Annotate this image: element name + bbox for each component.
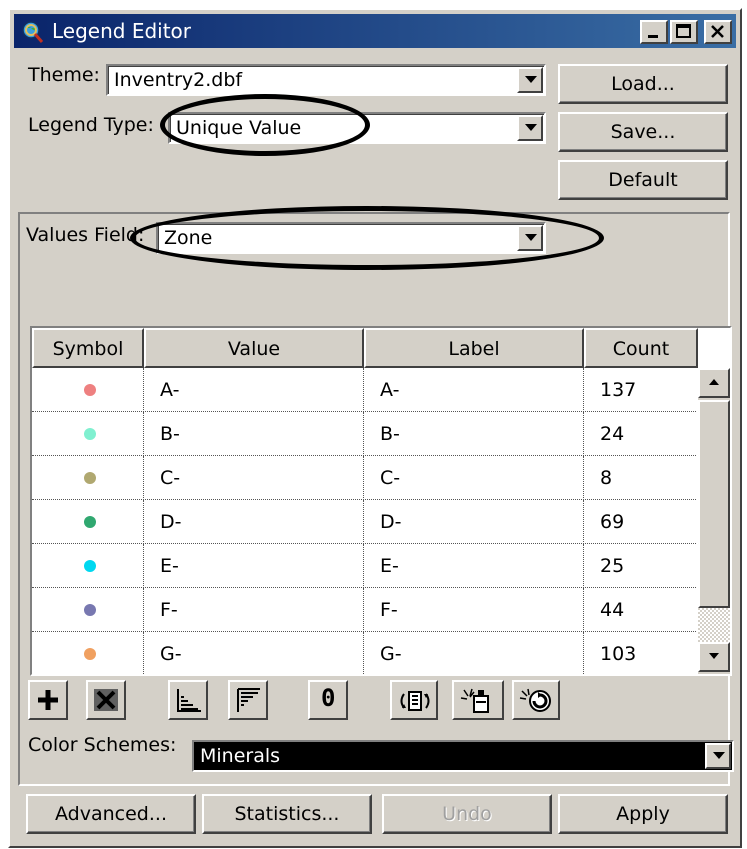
table-row[interactable]: E- E- 25 [32, 544, 696, 588]
value-cell[interactable]: A- [144, 368, 364, 412]
load-button[interactable]: Load... [558, 64, 728, 104]
column-header-symbol[interactable]: Symbol [32, 328, 144, 368]
globe-magnifier-icon [20, 20, 44, 44]
value-cell[interactable]: F- [144, 588, 364, 632]
label-cell[interactable]: G- [364, 632, 584, 674]
save-button[interactable]: Save... [558, 112, 728, 152]
label-cell[interactable]: A- [364, 368, 584, 412]
symbol-marker-icon [84, 428, 96, 440]
symbol-cell[interactable] [32, 588, 144, 632]
maximize-button[interactable] [670, 20, 698, 44]
theme-label: Theme: [28, 64, 100, 86]
label-cell[interactable]: D- [364, 500, 584, 544]
legend-type-combo[interactable]: Unique Value [168, 112, 546, 144]
count-cell[interactable]: 44 [584, 588, 696, 632]
scroll-down-button[interactable] [698, 642, 730, 672]
delete-button[interactable] [86, 680, 126, 720]
values-field-value: Zone [164, 227, 213, 249]
null-value-icon: 0 [321, 684, 336, 712]
color-schemes-dropdown-button[interactable] [705, 743, 731, 769]
sort-descending-button[interactable] [228, 680, 268, 720]
scroll-track[interactable] [698, 608, 730, 642]
symbol-cell[interactable] [32, 500, 144, 544]
legend-editor-window: Legend Editor Theme: Inventry2.dbf Load.… [8, 8, 742, 848]
value-cell[interactable]: E- [144, 544, 364, 588]
symbol-cell[interactable] [32, 456, 144, 500]
legend-table[interactable]: Symbol Value Label Count A- A- 137 B- B- 24 C-… [30, 326, 732, 676]
label-cell[interactable]: E- [364, 544, 584, 588]
value-cell[interactable]: D- [144, 500, 364, 544]
count-cell[interactable]: 8 [584, 456, 696, 500]
table-row[interactable]: B- B- 24 [32, 412, 696, 456]
add-button[interactable] [28, 680, 68, 720]
count-cell[interactable]: 69 [584, 500, 696, 544]
symbol-marker-icon [84, 472, 96, 484]
table-row[interactable]: C- C- 8 [32, 456, 696, 500]
column-header-value[interactable]: Value [144, 328, 364, 368]
symbol-cell[interactable] [32, 544, 144, 588]
color-schemes-label: Color Schemes: [28, 734, 177, 756]
theme-value: Inventry2.dbf [114, 69, 243, 91]
color-schemes-value: Minerals [200, 745, 281, 767]
table-vertical-scrollbar[interactable] [698, 368, 730, 674]
values-field-label: Values Field: [26, 224, 145, 246]
value-cell[interactable]: G- [144, 632, 364, 674]
value-cell[interactable]: C- [144, 456, 364, 500]
reset-button[interactable] [512, 680, 560, 720]
title-bar[interactable]: Legend Editor [14, 14, 736, 48]
theme-combo[interactable]: Inventry2.dbf [106, 64, 546, 96]
values-field-combo[interactable]: Zone [156, 222, 546, 254]
count-cell[interactable]: 137 [584, 368, 696, 412]
random-color-button[interactable] [452, 680, 504, 720]
flip-symbols-button[interactable] [390, 680, 438, 720]
theme-dropdown-button[interactable] [517, 67, 543, 93]
symbol-marker-icon [84, 384, 96, 396]
statistics-button[interactable]: Statistics... [202, 794, 372, 834]
null-value-button[interactable]: 0 [308, 680, 348, 720]
table-row[interactable]: D- D- 69 [32, 500, 696, 544]
legend-type-value: Unique Value [176, 117, 302, 139]
value-cell[interactable]: B- [144, 412, 364, 456]
column-header-count[interactable]: Count [584, 328, 698, 368]
scroll-thumb[interactable] [698, 400, 730, 608]
label-cell[interactable]: B- [364, 412, 584, 456]
table-row[interactable]: A- A- 137 [32, 368, 696, 412]
legend-type-label: Legend Type: [28, 114, 154, 136]
symbol-marker-icon [84, 648, 96, 660]
values-field-dropdown-button[interactable] [517, 225, 543, 251]
table-row[interactable]: G- G- 103 [32, 632, 696, 674]
count-cell[interactable]: 25 [584, 544, 696, 588]
color-schemes-combo[interactable]: Minerals [192, 740, 734, 772]
label-cell[interactable]: C- [364, 456, 584, 500]
apply-button[interactable]: Apply [558, 794, 728, 834]
symbol-marker-icon [84, 560, 96, 572]
close-button[interactable] [704, 20, 732, 44]
label-cell[interactable]: F- [364, 588, 584, 632]
legend-type-dropdown-button[interactable] [517, 115, 543, 141]
count-cell[interactable]: 103 [584, 632, 696, 674]
window-title: Legend Editor [52, 19, 192, 43]
symbol-marker-icon [84, 604, 96, 616]
minimize-button[interactable] [640, 20, 668, 44]
symbol-cell[interactable] [32, 412, 144, 456]
sort-ascending-button[interactable] [168, 680, 208, 720]
default-button[interactable]: Default [558, 160, 728, 200]
table-row[interactable]: F- F- 44 [32, 588, 696, 632]
advanced-button[interactable]: Advanced... [26, 794, 196, 834]
scroll-up-button[interactable] [698, 368, 730, 398]
count-cell[interactable]: 24 [584, 412, 696, 456]
symbol-marker-icon [84, 516, 96, 528]
column-header-label[interactable]: Label [364, 328, 584, 368]
symbol-cell[interactable] [32, 632, 144, 674]
symbol-cell[interactable] [32, 368, 144, 412]
undo-button[interactable]: Undo [382, 794, 552, 834]
